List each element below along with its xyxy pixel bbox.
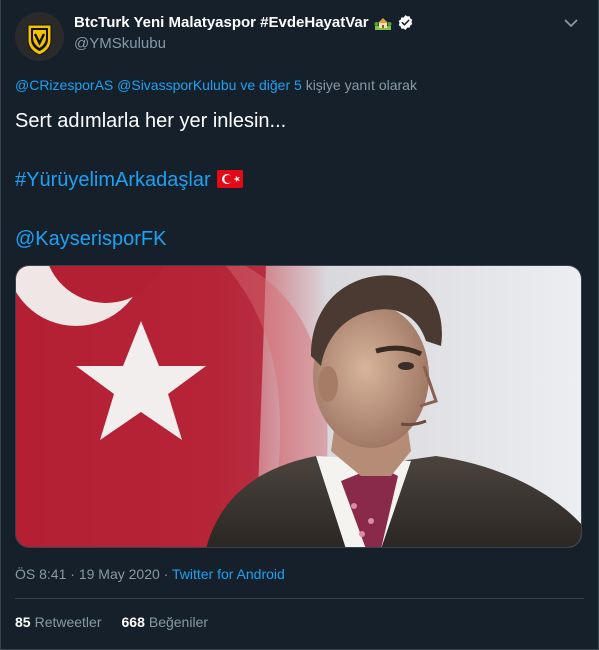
reply-suffix: kişiye yanıt olarak <box>305 77 417 93</box>
reply-context: @CRizesporAS @SivassporKulubu ve diğer 5… <box>15 77 417 93</box>
likes-label: Beğeniler <box>148 614 209 630</box>
retweets-label: Retweetler <box>34 614 102 630</box>
house-with-garden-icon <box>374 17 392 30</box>
retweets-stat[interactable]: 85 Retweetler <box>15 614 102 630</box>
tweet-stats: 85 Retweetler 668 Beğeniler <box>15 614 208 630</box>
tweet-card: BtcTurk Yeni Malatyaspor #EvdeHayatVar @… <box>0 0 599 650</box>
user-handle[interactable]: @YMSkulubu <box>74 35 414 52</box>
tweet-meta: ÖS 8:41 · 19 May 2020 · Twitter for Andr… <box>15 566 285 582</box>
tweet-text: Sert adımlarla her yer inlesin... #Yürüy… <box>15 108 286 252</box>
likes-stat[interactable]: 668 Beğeniler <box>122 614 209 630</box>
mention-link[interactable]: @KayserisporFK <box>15 226 286 252</box>
portrait-with-flag-image <box>16 266 581 547</box>
divider <box>15 598 584 599</box>
chevron-down-icon <box>564 19 578 27</box>
reply-mention-crizespor[interactable]: @CRizesporAS <box>15 77 113 93</box>
reply-others-link[interactable]: ve diğer 5 <box>240 77 301 93</box>
meta-separator: · <box>163 566 169 582</box>
turkish-flag-icon <box>216 170 243 188</box>
reply-mention-sivasspor[interactable]: @SivassporKulubu <box>117 77 236 93</box>
likes-count: 668 <box>121 614 145 630</box>
avatar[interactable] <box>15 12 64 61</box>
verified-badge-icon <box>398 15 412 30</box>
tweet-source-link[interactable]: Twitter for Android <box>172 566 285 582</box>
meta-separator: · <box>70 566 75 582</box>
display-name[interactable]: BtcTurk Yeni Malatyaspor #EvdeHayatVar <box>74 14 414 31</box>
tweet-image[interactable] <box>15 265 582 548</box>
tweet-line: Sert adımlarla her yer inlesin... <box>15 110 287 132</box>
hashtag-link[interactable]: #YürüyelimArkadaşlar <box>15 169 211 191</box>
more-options-button[interactable] <box>562 14 580 32</box>
tweet-time[interactable]: ÖS 8:41 <box>15 566 66 582</box>
retweets-count: 85 <box>15 614 31 630</box>
tweet-header: BtcTurk Yeni Malatyaspor #EvdeHayatVar @… <box>74 14 414 52</box>
tweet-date[interactable]: 19 May 2020 <box>79 566 160 582</box>
display-name-text: BtcTurk Yeni Malatyaspor #EvdeHayatVar <box>74 14 369 31</box>
club-logo-icon <box>15 12 64 61</box>
